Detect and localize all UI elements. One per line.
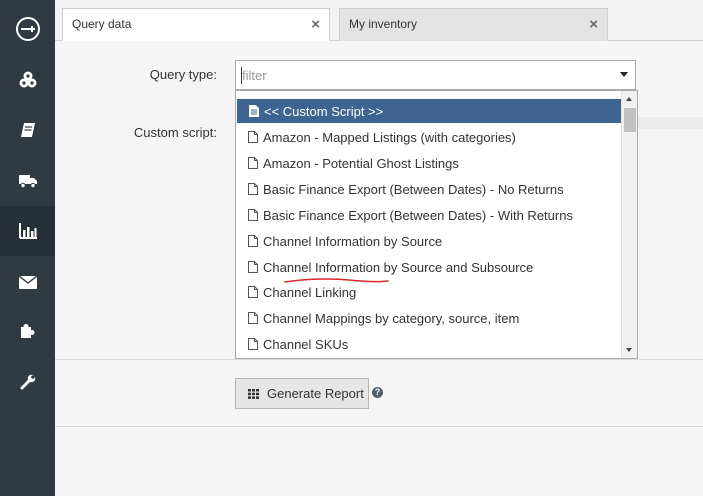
query-type-select[interactable] (235, 60, 636, 90)
wrench-icon[interactable] (0, 357, 55, 407)
scroll-thumb[interactable] (624, 108, 636, 132)
divider (55, 359, 703, 360)
option-label: Basic Finance Export (Between Dates) - W… (263, 207, 573, 223)
tab-bar: Query data × My inventory × (55, 0, 703, 42)
chevron-down-icon[interactable] (620, 72, 628, 77)
document-icon (248, 157, 258, 169)
dropdown-option[interactable]: << Custom Script >> (237, 99, 621, 123)
close-icon[interactable]: × (589, 17, 598, 32)
query-type-label: Query type: (149, 67, 217, 82)
tab-label: Query data (72, 17, 132, 31)
divider (55, 426, 703, 427)
option-label: << Custom Script >> (264, 103, 384, 119)
dropdown-scrollbar[interactable] (621, 91, 637, 358)
dropdown-option[interactable]: Channel Mappings by category, source, it… (236, 306, 621, 330)
dropdown-option[interactable]: Channel SKUs (236, 332, 621, 356)
envelope-icon[interactable] (0, 257, 55, 307)
document-icon (248, 312, 258, 324)
document-icon (248, 131, 258, 143)
option-label: Channel SKUs (263, 336, 349, 352)
option-label: Channel Linking (263, 284, 357, 300)
tab-label: My inventory (349, 17, 418, 31)
reports-icon[interactable] (0, 206, 55, 256)
document-icon (248, 286, 258, 298)
dropdown-option[interactable]: Channel Information by Source (236, 229, 621, 253)
scroll-up-icon[interactable] (626, 97, 632, 101)
dropdown-option[interactable]: Amazon - Potential Ghost Listings (236, 151, 621, 175)
option-label: Channel Mappings by category, source, it… (263, 310, 520, 326)
dropdown-option[interactable]: Basic Finance Export (Between Dates) - N… (236, 177, 621, 201)
option-label: Amazon - Mapped Listings (with categorie… (263, 129, 516, 145)
book-icon[interactable] (0, 105, 55, 155)
logo-icon[interactable] (0, 4, 55, 54)
tab-query-data[interactable]: Query data × (62, 8, 330, 42)
option-label: Channel Information by Source and Subsou… (263, 259, 534, 275)
generate-report-button[interactable]: Generate Report (235, 378, 369, 409)
grid-icon (248, 388, 259, 399)
option-label: Channel Information by Source (263, 233, 443, 249)
sidebar (0, 0, 55, 496)
dashboard-icon[interactable] (0, 55, 55, 105)
help-icon[interactable]: ? (372, 387, 383, 398)
close-icon[interactable]: × (311, 17, 320, 32)
truck-icon[interactable] (0, 156, 55, 206)
option-label: Amazon - Potential Ghost Listings (263, 155, 459, 171)
puzzle-icon[interactable] (0, 306, 55, 356)
document-icon (248, 209, 258, 221)
document-icon (248, 235, 258, 247)
scroll-down-icon[interactable] (626, 348, 632, 352)
option-label: Basic Finance Export (Between Dates) - N… (263, 181, 564, 197)
dropdown-option[interactable]: Basic Finance Export (Between Dates) - W… (236, 203, 621, 227)
filter-input[interactable] (242, 68, 592, 83)
dropdown-option[interactable]: Amazon - Mapped Listings (with categorie… (236, 125, 621, 149)
red-underline-annotation (284, 278, 389, 283)
document-icon (248, 338, 258, 350)
document-icon (249, 105, 259, 117)
document-icon (248, 261, 258, 273)
custom-script-label: Custom script: (133, 125, 217, 140)
generate-report-label: Generate Report (267, 386, 364, 401)
document-icon (248, 183, 258, 195)
tab-my-inventory[interactable]: My inventory × (339, 8, 608, 41)
query-type-dropdown: << Custom Script >> Amazon - Mapped List… (235, 90, 638, 359)
